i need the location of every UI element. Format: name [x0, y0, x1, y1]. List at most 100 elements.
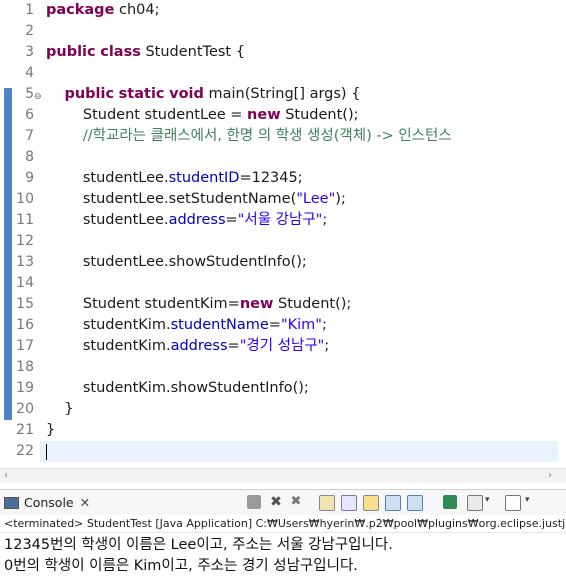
string-token: "경기 성남구": [239, 338, 325, 354]
scroll-right-icon[interactable]: ›: [548, 469, 552, 483]
horizontal-scrollbar[interactable]: ‹ ›: [0, 468, 566, 483]
code-line[interactable]: 18: [0, 357, 566, 378]
code-line[interactable]: 9 studentLee.studentID=12345;: [0, 168, 566, 189]
field-token: address: [170, 338, 228, 354]
code-line[interactable]: 22: [0, 441, 566, 462]
code-token: studentLee.: [46, 170, 169, 186]
code-line[interactable]: 4: [0, 63, 566, 84]
line-number: 8: [25, 149, 34, 165]
keyword-token: new: [239, 296, 274, 312]
remove-all-icon[interactable]: ✖: [289, 495, 303, 509]
line-number: 4: [25, 65, 34, 81]
code-line[interactable]: 6 Student studentLee = new Student();: [0, 105, 566, 126]
console-output-line: 0번의 학생이 이름은 Kim이고, 주소는 경기 성남구입니다.: [4, 558, 358, 574]
line-number: 22: [16, 443, 34, 459]
line-number: 9: [25, 170, 34, 186]
code-line[interactable]: 13 studentLee.showStudentInfo();: [0, 252, 566, 273]
keyword-token: package: [46, 2, 115, 18]
open-console-icon[interactable]: [467, 495, 483, 511]
line-number: 21: [16, 422, 34, 438]
code-line[interactable]: 14: [0, 273, 566, 294]
code-token: }: [46, 401, 74, 417]
code-line[interactable]: 16 studentKim.studentName="Kim";: [0, 315, 566, 336]
code-line[interactable]: 2: [0, 21, 566, 42]
console-tab-label: Console: [24, 495, 74, 510]
code-token: Student();: [280, 107, 359, 123]
code-line[interactable]: 11 studentLee.address="서울 강남구";: [0, 210, 566, 231]
dropdown-icon[interactable]: ▾: [485, 495, 490, 505]
field-token: address: [168, 212, 226, 228]
line-number: 16: [16, 317, 34, 333]
code-token: StudentTest {: [140, 44, 245, 60]
keyword-token: static: [118, 86, 165, 102]
code-text: studentLee.address="서울 강남구";: [46, 210, 327, 231]
line-number: 20: [16, 401, 34, 417]
code-line[interactable]: 1 package ch04;: [0, 0, 566, 21]
code-text: }: [46, 399, 74, 420]
console-icon: [4, 496, 19, 509]
word-wrap-icon[interactable]: [341, 495, 357, 511]
string-token: "Kim": [280, 317, 322, 333]
code-token: ;: [322, 212, 328, 228]
code-token: Student studentLee =: [46, 107, 248, 123]
code-text: studentLee.showStudentInfo();: [46, 252, 307, 273]
code-token: =: [227, 338, 240, 354]
line-number: 15: [16, 296, 34, 312]
code-line[interactable]: 19 studentKim.showStudentInfo();: [0, 378, 566, 399]
code-text: }: [46, 420, 55, 441]
pin-console-icon[interactable]: [407, 495, 423, 511]
code-token: Student();: [273, 296, 352, 312]
display-console-icon[interactable]: [443, 495, 457, 509]
string-token: "Lee": [296, 191, 336, 207]
code-editor[interactable]: 1 package ch04; 2 3 public class StudentTest…: [0, 0, 566, 468]
code-line[interactable]: 7 //학교라는 클래스에서, 한명 의 학생 생성(객체) -> 인스턴스: [0, 126, 566, 147]
code-line[interactable]: 20 }: [0, 399, 566, 420]
line-number: 2: [25, 23, 34, 39]
line-number: 5: [25, 86, 34, 102]
code-token: );: [335, 191, 346, 207]
code-token: =: [268, 317, 281, 333]
code-text: studentKim.studentName="Kim";: [46, 315, 327, 336]
code-line[interactable]: 15 Student studentKim=new Student();: [0, 294, 566, 315]
code-line[interactable]: 10 studentLee.setStudentName("Lee");: [0, 189, 566, 210]
scroll-left-icon[interactable]: ‹: [4, 469, 8, 483]
code-text: package ch04;: [46, 0, 160, 21]
remove-launch-icon[interactable]: ✖: [269, 495, 283, 509]
code-token: ch04;: [114, 2, 160, 18]
code-line[interactable]: 17 studentKim.address="경기 성남구";: [0, 336, 566, 357]
terminate-icon[interactable]: [247, 495, 261, 509]
show-on-error-icon[interactable]: [385, 495, 401, 511]
code-text: public class StudentTest {: [46, 42, 245, 63]
show-on-output-icon[interactable]: [363, 495, 379, 511]
close-icon[interactable]: ✕: [80, 495, 90, 510]
line-number: 3: [25, 44, 34, 60]
code-text: studentKim.address="경기 성남구";: [46, 336, 329, 357]
code-token: ;: [321, 317, 327, 333]
scroll-lock-icon[interactable]: [319, 495, 335, 511]
code-token: ;: [324, 338, 330, 354]
line-number: 19: [16, 380, 34, 396]
line-number: 13: [16, 254, 34, 270]
console-status: <terminated> StudentTest [Java Applicati…: [0, 515, 566, 533]
code-text: //학교라는 클래스에서, 한명 의 학생 생성(객체) -> 인스턴스: [46, 126, 452, 147]
code-token: studentKim.: [46, 317, 171, 333]
code-line[interactable]: 21}: [0, 420, 566, 441]
code-token: studentLee.: [46, 212, 169, 228]
code-line[interactable]: 12: [0, 231, 566, 252]
code-token: =12345;: [239, 170, 303, 186]
code-text: studentKim.showStudentInfo();: [46, 378, 309, 399]
keyword-token: class: [100, 44, 141, 60]
code-line[interactable]: 8: [0, 147, 566, 168]
line-number: 14: [16, 275, 34, 291]
keyword-token: void: [169, 86, 204, 102]
code-token: studentKim.showStudentInfo();: [46, 380, 309, 396]
new-console-icon[interactable]: [505, 495, 521, 511]
console-tab[interactable]: Console ✕: [4, 493, 90, 513]
code-text: public static void main(String[] args) {: [46, 84, 360, 105]
code-line[interactable]: 5 ⊖ public static void main(String[] args…: [0, 84, 566, 105]
chevron-down-icon[interactable]: ▾: [525, 495, 530, 505]
code-token: studentLee.showStudentInfo();: [46, 254, 307, 270]
line-number: 7: [25, 128, 34, 144]
code-line[interactable]: 3 public class StudentTest {: [0, 42, 566, 63]
